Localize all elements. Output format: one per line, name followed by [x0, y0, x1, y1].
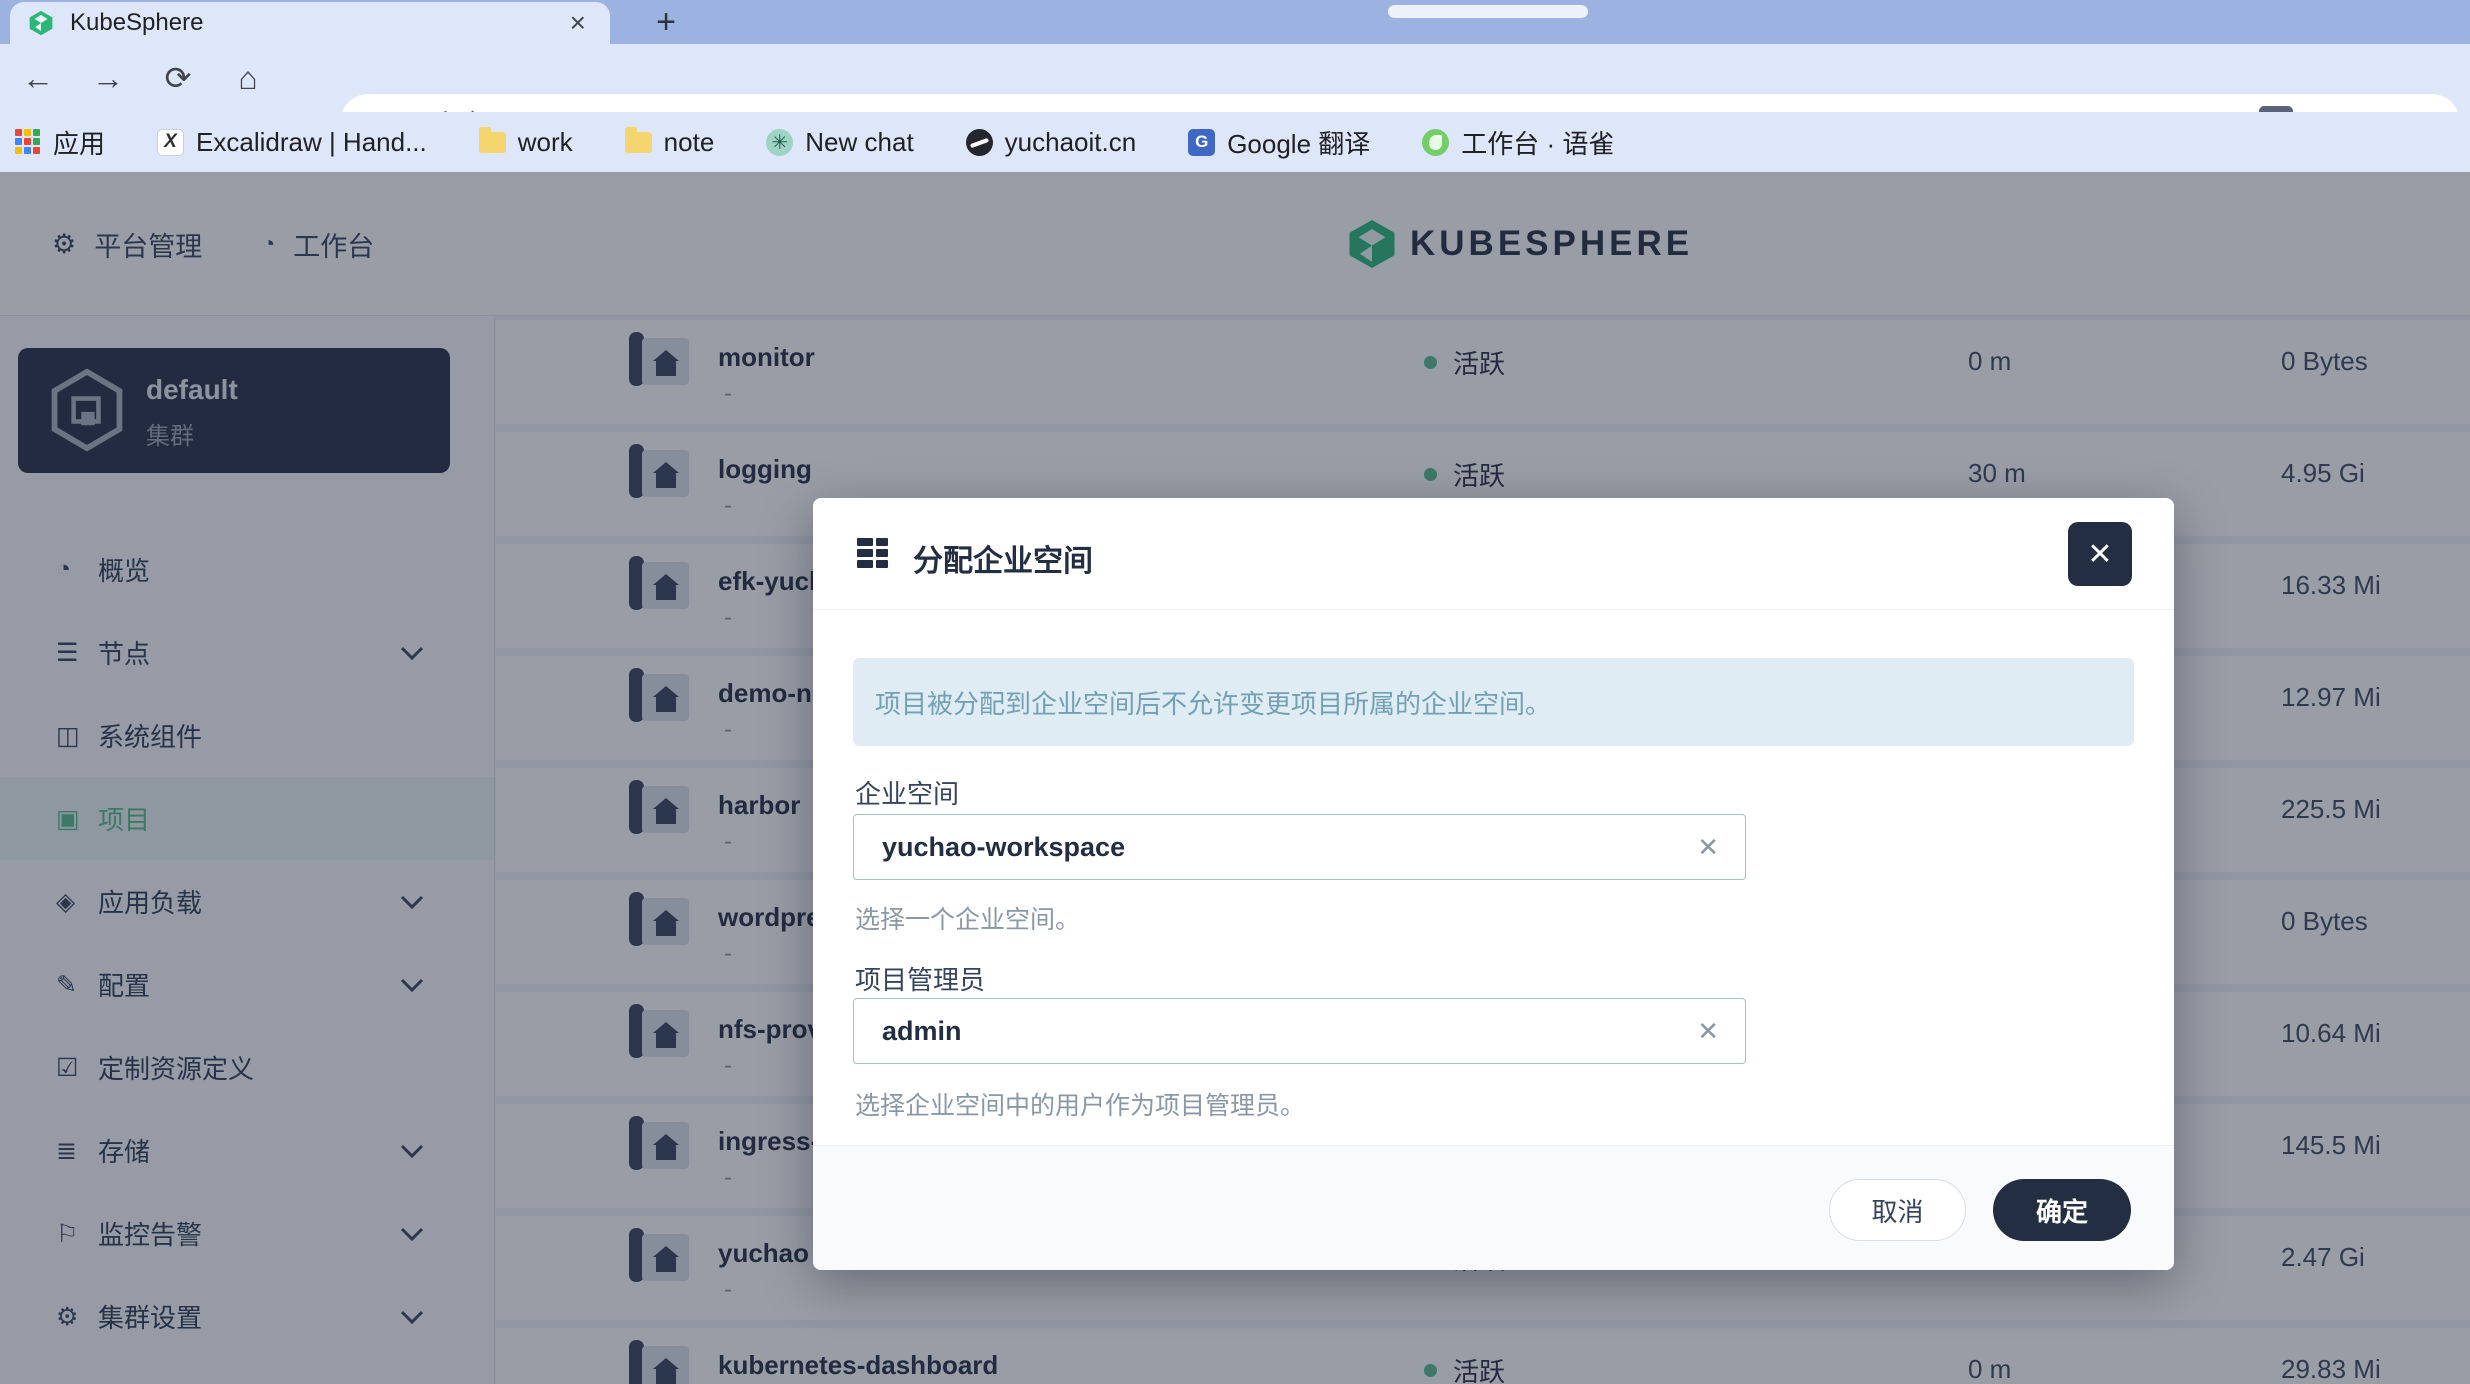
workspace-grid-icon — [857, 538, 888, 568]
bookmark-label: Excalidraw | Hand... — [196, 127, 427, 158]
confirm-button[interactable]: 确定 — [1993, 1179, 2131, 1241]
bookmark-item[interactable]: yuchaoit.cn — [966, 127, 1137, 158]
workspace-helper-text: 选择一个企业空间。 — [855, 900, 1080, 936]
bookmark-item[interactable]: ✳ New chat — [766, 127, 913, 158]
admin-select[interactable]: admin ✕ — [853, 998, 1746, 1064]
tabstrip-scroll-pill[interactable] — [1388, 5, 1588, 18]
modal-title: 分配企业空间 — [913, 536, 1093, 580]
admin-clear-icon[interactable]: ✕ — [1697, 1016, 1719, 1047]
workspace-select-value: yuchao-workspace — [882, 832, 1125, 863]
chatgpt-icon: ✳ — [766, 129, 793, 156]
workspace-field-label: 企业空间 — [855, 774, 959, 811]
yuque-icon — [1422, 129, 1449, 156]
tab-close-icon[interactable]: × — [564, 7, 592, 39]
translate-icon: G — [1188, 129, 1215, 156]
globe-icon — [966, 129, 993, 156]
reload-icon[interactable]: ⟳ — [150, 44, 206, 112]
back-icon[interactable]: ← — [10, 44, 66, 112]
browser-tab[interactable]: KubeSphere × — [10, 2, 610, 44]
folder-icon — [625, 132, 652, 153]
bookmark-label: Google 翻译 — [1227, 124, 1370, 161]
screen: KubeSphere × + ← → ⟳ ⌂ ⚠ 不安全 | 10.0.0.80… — [0, 0, 2470, 1384]
bookmark-item[interactable]: 工作台 · 语雀 — [1422, 124, 1614, 161]
modal-close-button[interactable]: ✕ — [2068, 522, 2132, 586]
kubesphere-favicon-icon — [28, 10, 54, 36]
bookmark-label: New chat — [805, 127, 913, 158]
bookmark-label: 应用 — [53, 124, 105, 161]
new-tab-button[interactable]: + — [640, 0, 692, 44]
bookmark-item[interactable]: work — [479, 127, 573, 158]
workspace-clear-icon[interactable]: ✕ — [1697, 832, 1719, 863]
bookmark-label: work — [518, 127, 573, 158]
info-alert: 项目被分配到企业空间后不允许变更项目所属的企业空间。 — [853, 658, 2134, 746]
tab-title: KubeSphere — [70, 9, 564, 37]
home-icon[interactable]: ⌂ — [220, 44, 276, 112]
excalidraw-icon: X — [157, 129, 184, 156]
bookmark-item[interactable]: G Google 翻译 — [1188, 124, 1370, 161]
cancel-button[interactable]: 取消 — [1829, 1179, 1966, 1241]
bookmark-label: 工作台 · 语雀 — [1461, 124, 1614, 161]
admin-select-value: admin — [882, 1016, 962, 1047]
browser-toolbar: ← → ⟳ ⌂ ⚠ 不安全 | 10.0.0.80:30880/clusters… — [0, 44, 2470, 112]
bookmarks-bar: 应用 X Excalidraw | Hand... work note ✳ New chat… — [0, 112, 2470, 172]
workspace-select[interactable]: yuchao-workspace ✕ — [853, 814, 1746, 880]
browser-tab-strip: KubeSphere × + — [0, 0, 2470, 44]
kubesphere-app: ⚙ 平台管理 ◔ 工作台 KUBESPHERE — [0, 172, 2470, 1384]
bookmark-label: yuchaoit.cn — [1005, 127, 1137, 158]
bookmark-item[interactable]: 应用 — [14, 124, 105, 161]
modal-header: 分配企业空间 ✕ — [813, 498, 2174, 610]
admin-field-label: 项目管理员 — [855, 960, 985, 997]
forward-icon[interactable]: → — [80, 44, 136, 112]
bookmark-item[interactable]: note — [625, 127, 715, 158]
modal-footer: 取消 确定 — [813, 1145, 2174, 1270]
folder-icon — [479, 132, 506, 153]
bookmark-item[interactable]: X Excalidraw | Hand... — [157, 127, 427, 158]
bookmark-label: note — [664, 127, 715, 158]
apps-icon — [14, 129, 41, 156]
assign-workspace-modal: 分配企业空间 ✕ 项目被分配到企业空间后不允许变更项目所属的企业空间。 企业空间… — [813, 498, 2174, 1270]
admin-helper-text: 选择企业空间中的用户作为项目管理员。 — [855, 1086, 1305, 1122]
